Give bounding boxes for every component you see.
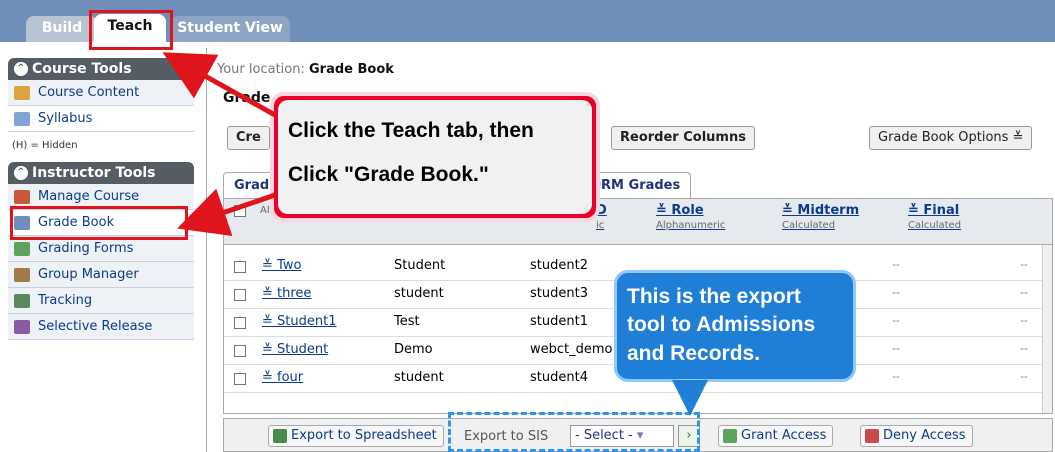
annotation-arrows (162, 52, 277, 236)
arrow-to-grade-book (177, 188, 276, 236)
arrow-to-teach (162, 52, 277, 118)
